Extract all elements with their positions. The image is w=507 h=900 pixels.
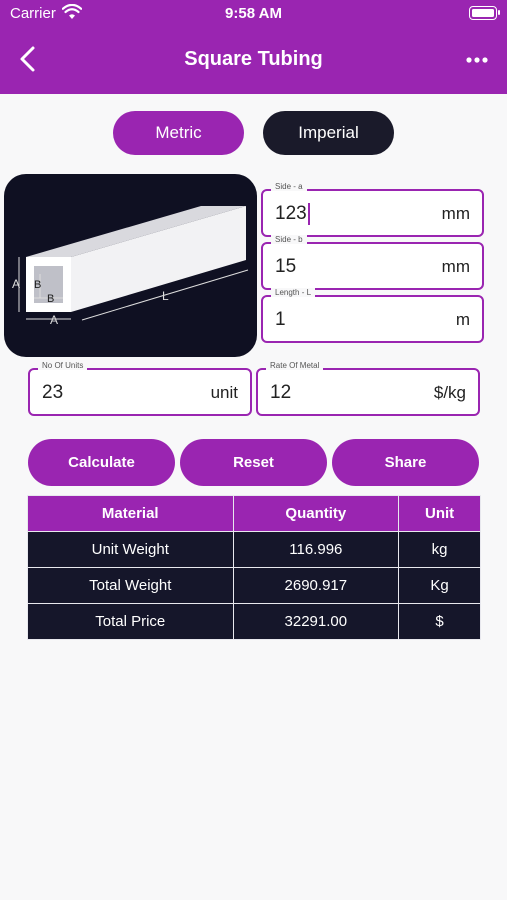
length-field[interactable]: Length - L 1 m bbox=[261, 288, 484, 343]
row-quantity: 32291.00 bbox=[232, 603, 400, 640]
rate-field[interactable]: Rate Of Metal 12 $/kg bbox=[256, 361, 480, 416]
header-quantity: Quantity bbox=[232, 495, 400, 532]
row-unit: $ bbox=[398, 603, 481, 640]
length-label: Length - L bbox=[271, 288, 316, 297]
row-unit: kg bbox=[398, 531, 481, 568]
calculate-button[interactable]: Calculate bbox=[28, 439, 175, 486]
side-a-input[interactable]: 123 bbox=[275, 203, 310, 225]
row-unit: Kg bbox=[398, 567, 481, 604]
diagram-label-a-width: A bbox=[50, 313, 58, 327]
units-unit: unit bbox=[210, 383, 238, 402]
rate-input[interactable]: 12 bbox=[270, 382, 291, 404]
row-quantity: 116.996 bbox=[232, 531, 400, 568]
side-b-label: Side - b bbox=[271, 235, 307, 244]
side-a-field[interactable]: Side - a 123 mm bbox=[261, 182, 484, 237]
units-input[interactable]: 23 bbox=[42, 382, 63, 404]
diagram-label-l: L bbox=[162, 289, 169, 303]
diagram-label-b: B bbox=[34, 279, 41, 291]
rate-label: Rate Of Metal bbox=[266, 361, 324, 370]
more-options-icon[interactable] bbox=[465, 50, 489, 70]
side-a-value: 123 bbox=[275, 203, 307, 225]
side-a-unit: mm bbox=[441, 204, 470, 223]
rate-unit: $/kg bbox=[433, 383, 466, 402]
row-material: Unit Weight bbox=[27, 531, 234, 568]
side-b-input[interactable]: 15 bbox=[275, 256, 296, 278]
metric-toggle-button[interactable]: Metric bbox=[113, 111, 244, 155]
units-field[interactable]: No Of Units 23 unit bbox=[28, 361, 252, 416]
side-b-unit: mm bbox=[441, 257, 470, 276]
results-table: Material Quantity Unit Unit Weight 116.9… bbox=[27, 495, 481, 640]
table-row: Total Price 32291.00 $ bbox=[27, 603, 481, 640]
table-row: Total Weight 2690.917 Kg bbox=[27, 567, 481, 604]
page-title: Square Tubing bbox=[184, 48, 323, 70]
row-material: Total Weight bbox=[27, 567, 234, 604]
side-a-label: Side - a bbox=[271, 182, 307, 191]
status-bar: Carrier 9:58 AM bbox=[0, 0, 507, 28]
row-material: Total Price bbox=[27, 603, 234, 640]
tube-illustration: A B B A L bbox=[12, 206, 249, 327]
header-material: Material bbox=[27, 495, 234, 532]
battery-icon bbox=[469, 6, 500, 20]
table-row: Unit Weight 116.996 kg bbox=[27, 531, 481, 568]
imperial-toggle-button[interactable]: Imperial bbox=[263, 111, 394, 155]
reset-button[interactable]: Reset bbox=[180, 439, 327, 486]
header-unit: Unit bbox=[398, 495, 481, 532]
length-unit: m bbox=[455, 310, 470, 329]
status-time: 9:58 AM bbox=[225, 5, 282, 22]
table-header-row: Material Quantity Unit bbox=[27, 495, 481, 532]
text-cursor bbox=[307, 203, 310, 225]
length-input[interactable]: 1 bbox=[275, 309, 286, 331]
square-tubing-diagram: A B B A L bbox=[4, 174, 257, 357]
side-b-field[interactable]: Side - b 15 mm bbox=[261, 235, 484, 290]
share-button[interactable]: Share bbox=[332, 439, 479, 486]
units-label: No Of Units bbox=[38, 361, 88, 370]
diagram-label-b-width: B bbox=[47, 293, 54, 305]
row-quantity: 2690.917 bbox=[232, 567, 400, 604]
app-header: Carrier 9:58 AM Square Tubing bbox=[0, 0, 507, 94]
diagram-label-a: A bbox=[12, 277, 20, 291]
